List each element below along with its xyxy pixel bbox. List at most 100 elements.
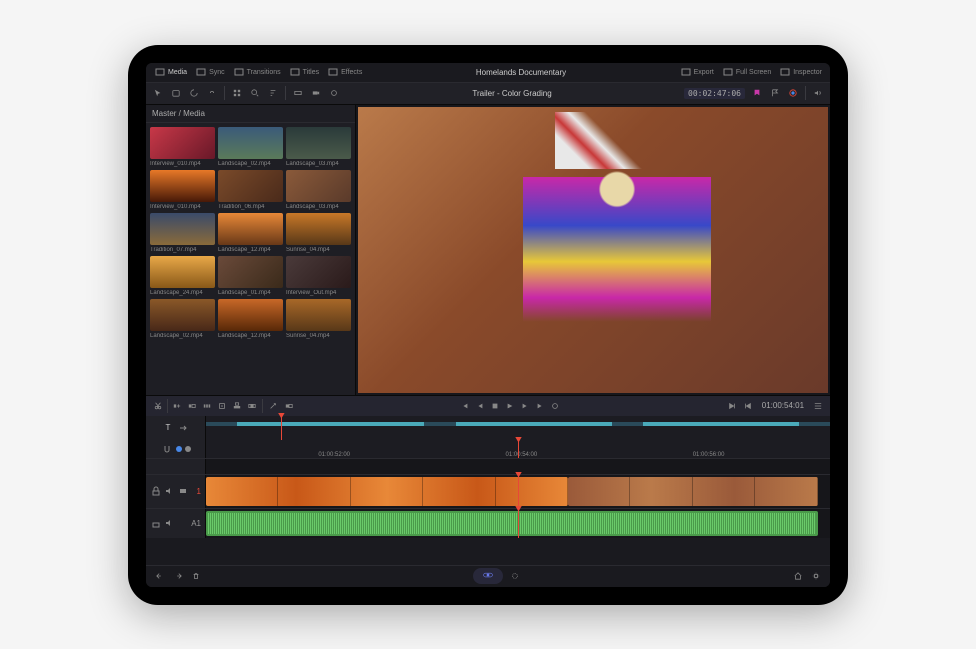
media-clip[interactable]: Sunrise_04.mp4	[286, 213, 351, 253]
color-wheel-icon[interactable]	[787, 87, 799, 99]
home-icon[interactable]	[792, 570, 804, 582]
gear-icon[interactable]	[810, 570, 822, 582]
media-clip[interactable]: Landscape_03.mp4	[286, 127, 351, 167]
volume-icon[interactable]	[812, 87, 824, 99]
arrow-tool-icon[interactable]	[177, 422, 189, 434]
media-icon	[154, 66, 166, 78]
audio-clip[interactable]	[206, 511, 818, 536]
smart-insert-icon[interactable]	[171, 400, 183, 412]
effects-icon	[327, 66, 339, 78]
clip-icon[interactable]	[292, 87, 304, 99]
media-clip[interactable]: Interview_010.mp4	[150, 127, 215, 167]
jump-start-icon[interactable]	[459, 400, 471, 412]
tool-icon[interactable]	[267, 400, 279, 412]
close-up-icon[interactable]	[216, 400, 228, 412]
timeline-overview-ruler[interactable]	[206, 416, 830, 440]
bin-icon[interactable]	[170, 87, 182, 99]
flag-icon[interactable]	[769, 87, 781, 99]
clip-thumbnail	[286, 170, 351, 202]
timecode-ruler[interactable]: 01:00:52:00 01:00:54:00 01:00:56:00	[206, 440, 830, 458]
marker-dot-icon[interactable]	[176, 446, 182, 452]
append-icon[interactable]	[186, 400, 198, 412]
marker-dot-icon[interactable]	[185, 446, 191, 452]
boring-icon[interactable]	[328, 87, 340, 99]
timeline-menu-icon[interactable]	[812, 400, 824, 412]
source-overwrite-icon[interactable]	[246, 400, 258, 412]
media-clip[interactable]: Landscape_03.mp4	[286, 170, 351, 210]
cut-page-icon[interactable]	[473, 568, 503, 584]
transition-icon[interactable]	[283, 400, 295, 412]
tab-media[interactable]: Media	[154, 66, 187, 78]
play-icon[interactable]	[504, 400, 516, 412]
action-inspector[interactable]: Inspector	[779, 66, 822, 78]
timeline-toolbar: 01:00:54:01	[146, 396, 830, 416]
mute-icon[interactable]	[164, 517, 176, 529]
viewer-timecode: 00:02:47:06	[684, 88, 745, 99]
video-clip[interactable]	[206, 477, 568, 506]
link-icon[interactable]	[206, 87, 218, 99]
playhead[interactable]	[518, 475, 519, 508]
stop-icon[interactable]	[489, 400, 501, 412]
lock-icon[interactable]	[150, 517, 162, 529]
redo-icon[interactable]	[172, 570, 184, 582]
media-clip[interactable]: Landscape_12.mp4	[218, 299, 283, 339]
grid-view-icon[interactable]	[231, 87, 243, 99]
export-icon	[680, 66, 692, 78]
media-clip[interactable]: Landscape_01.mp4	[218, 256, 283, 296]
ripple-icon[interactable]	[201, 400, 213, 412]
media-pool-panel: Master / Media Interview_010.mp4Landscap…	[146, 105, 356, 395]
playhead[interactable]	[518, 509, 519, 538]
media-clip[interactable]: Interview_010.mp4	[150, 170, 215, 210]
overview-playhead[interactable]	[281, 416, 282, 440]
media-clip[interactable]: Tradition_06.mp4	[218, 170, 283, 210]
media-clip[interactable]: Landscape_12.mp4	[218, 213, 283, 253]
speaker-icon[interactable]	[164, 485, 176, 497]
camera-icon[interactable]	[310, 87, 322, 99]
timeline-ruler-row: T	[146, 416, 830, 440]
refresh-icon[interactable]	[188, 87, 200, 99]
video-icon[interactable]	[178, 485, 190, 497]
loop-icon[interactable]	[549, 400, 561, 412]
media-breadcrumb[interactable]: Master / Media	[146, 105, 355, 123]
magnet-icon[interactable]	[161, 443, 173, 455]
video-clip[interactable]	[568, 477, 818, 506]
audio-track-content[interactable]	[206, 509, 830, 538]
clip-thumbnail	[286, 256, 351, 288]
video-viewer[interactable]	[358, 107, 828, 393]
media-clip[interactable]: Landscape_24.mp4	[150, 256, 215, 296]
media-clip[interactable]: Tradition_07.mp4	[150, 213, 215, 253]
pointer-icon[interactable]	[152, 87, 164, 99]
clip-thumbnail	[150, 256, 215, 288]
settings-processing-icon[interactable]	[509, 570, 521, 582]
media-clip[interactable]: Sunrise_04.mp4	[286, 299, 351, 339]
project-title: Homelands Documentary	[476, 68, 566, 77]
tab-titles[interactable]: Titles	[289, 66, 319, 78]
cut-icon[interactable]	[152, 400, 164, 412]
undo-icon[interactable]	[154, 570, 166, 582]
goto-next-icon[interactable]	[726, 400, 738, 412]
tab-transitions[interactable]: Transitions	[233, 66, 281, 78]
trash-icon[interactable]	[190, 570, 202, 582]
search-icon[interactable]	[249, 87, 261, 99]
goto-prev-icon[interactable]	[742, 400, 754, 412]
video-track-content[interactable]	[206, 475, 830, 508]
place-on-top-icon[interactable]	[231, 400, 243, 412]
lock-icon[interactable]	[150, 485, 162, 497]
clip-label: Landscape_02.mp4	[150, 333, 215, 339]
clip-label: Landscape_12.mp4	[218, 333, 283, 339]
action-export[interactable]: Export	[680, 66, 714, 78]
viewer-frame	[358, 107, 828, 393]
jump-end-icon[interactable]	[534, 400, 546, 412]
marker-icon[interactable]	[751, 87, 763, 99]
action-full-screen[interactable]: Full Screen	[722, 66, 771, 78]
sort-icon[interactable]	[267, 87, 279, 99]
prev-icon[interactable]	[474, 400, 486, 412]
tab-sync[interactable]: Sync	[195, 66, 225, 78]
playhead[interactable]	[518, 440, 519, 458]
media-clip[interactable]: Landscape_02.mp4	[150, 299, 215, 339]
next-icon[interactable]	[519, 400, 531, 412]
tab-effects[interactable]: Effects	[327, 66, 362, 78]
media-clip[interactable]: Interview_Out.mp4	[286, 256, 351, 296]
media-clip[interactable]: Landscape_02.mp4	[218, 127, 283, 167]
text-tool-icon[interactable]: T	[162, 422, 174, 434]
